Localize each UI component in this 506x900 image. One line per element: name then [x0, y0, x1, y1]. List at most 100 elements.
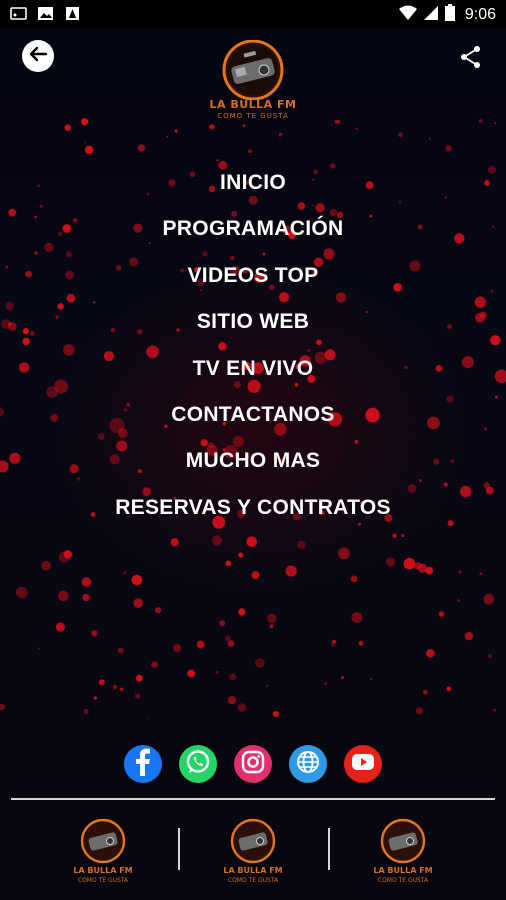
back-button[interactable]	[22, 40, 54, 72]
facebook-icon	[132, 748, 154, 781]
main-menu: INICIO PROGRAMACIÓN VIDEOS TOP SITIO WEB…	[0, 160, 506, 531]
bottom-logo-subtitle: COMO TE GUSTA	[377, 877, 429, 884]
menu-item-reservas-y-contratos[interactable]: RESERVAS Y CONTRATOS	[0, 485, 506, 531]
particle	[133, 598, 143, 608]
particle	[58, 590, 69, 602]
particle	[266, 684, 269, 688]
particle	[209, 124, 215, 130]
whatsapp-button[interactable]	[179, 745, 217, 783]
image-icon	[37, 6, 54, 21]
particle	[112, 684, 118, 690]
particle	[492, 708, 497, 712]
particle	[155, 607, 162, 614]
particle	[55, 622, 65, 632]
particle	[338, 547, 350, 560]
particle	[120, 687, 124, 691]
battery-icon	[444, 4, 455, 26]
bottom-logo-subtitle: COMO TE GUSTA	[227, 877, 279, 884]
bottom-logo-subtitle: COMO TE GUSTA	[77, 877, 129, 884]
particle	[285, 565, 297, 577]
facebook-button[interactable]	[124, 745, 162, 783]
particle	[136, 674, 143, 682]
particle	[392, 533, 397, 538]
particle	[117, 647, 124, 654]
particle	[350, 575, 358, 583]
particle	[246, 536, 258, 547]
bottom-logo-title: LA BULLA FM	[373, 866, 433, 875]
particle	[445, 145, 452, 152]
particle	[229, 673, 237, 681]
particle	[267, 613, 277, 624]
vertical-separator	[328, 828, 330, 870]
particle	[483, 593, 495, 605]
particle	[422, 690, 428, 695]
particle	[418, 563, 428, 573]
menu-item-contactanos[interactable]: CONTACTANOS	[0, 392, 506, 438]
particle	[93, 696, 98, 700]
particle	[84, 141, 87, 144]
menu-item-programacion[interactable]: PROGRAMACIÓN	[0, 206, 506, 252]
share-icon	[458, 46, 484, 74]
particle	[63, 550, 72, 559]
bottom-logo-2[interactable]: LA BULLA FM COMO TE GUSTA	[203, 818, 303, 888]
particle	[251, 571, 260, 580]
particle	[334, 119, 339, 125]
particle	[248, 149, 252, 153]
particle	[458, 570, 462, 574]
menu-item-videos-top[interactable]: VIDEOS TOP	[0, 253, 506, 299]
particle	[174, 129, 178, 133]
cast-icon	[10, 6, 27, 21]
particle	[324, 682, 327, 685]
particle	[151, 661, 158, 668]
logo-title: LA BULLA FM	[209, 98, 297, 111]
particle	[135, 693, 141, 699]
menu-item-inicio[interactable]: INICIO	[0, 160, 506, 206]
particle	[170, 538, 179, 547]
particle	[98, 679, 105, 686]
menu-item-sitio-web[interactable]: SITIO WEB	[0, 299, 506, 345]
particle	[224, 635, 231, 642]
particle	[219, 620, 226, 627]
particle	[166, 135, 169, 138]
particle	[85, 145, 94, 155]
particle	[478, 119, 483, 123]
share-button[interactable]	[458, 44, 484, 70]
instagram-button[interactable]	[234, 745, 272, 783]
particle	[81, 577, 92, 587]
particle	[148, 718, 150, 720]
whatsapp-icon	[185, 749, 211, 780]
bottom-logo-3[interactable]: LA BULLA FM COMO TE GUSTA	[353, 818, 453, 888]
website-button[interactable]	[289, 745, 327, 783]
particle	[479, 572, 483, 576]
particle	[341, 676, 344, 680]
footer-divider	[11, 798, 495, 800]
particle	[358, 640, 364, 646]
particle	[173, 644, 182, 653]
menu-item-mucho-mas[interactable]: MUCHO MAS	[0, 438, 506, 484]
bottom-logo-bar: LA BULLA FM COMO TE GUSTA LA BULLA FM CO…	[0, 812, 506, 892]
particle	[370, 678, 373, 680]
particle	[254, 658, 265, 668]
particle	[137, 144, 146, 152]
particle	[15, 586, 28, 599]
youtube-button[interactable]	[344, 745, 382, 783]
particle	[355, 127, 358, 130]
social-links	[124, 745, 384, 783]
particle	[227, 640, 235, 647]
bottom-logo-title: LA BULLA FM	[223, 866, 283, 875]
particle	[91, 630, 98, 637]
particle	[0, 704, 5, 711]
bottom-logo-1[interactable]: LA BULLA FM COMO TE GUSTA	[53, 818, 153, 888]
youtube-icon	[351, 753, 375, 776]
menu-item-tv-en-vivo[interactable]: TV EN VIVO	[0, 346, 506, 392]
instagram-icon	[241, 750, 265, 779]
bottom-logo-title: LA BULLA FM	[73, 866, 133, 875]
particle	[211, 535, 223, 546]
particle	[196, 640, 205, 649]
particle	[131, 574, 143, 586]
particle	[238, 608, 246, 616]
particle	[401, 533, 405, 538]
particle	[464, 632, 474, 641]
particle	[272, 710, 279, 718]
particle	[81, 118, 89, 126]
